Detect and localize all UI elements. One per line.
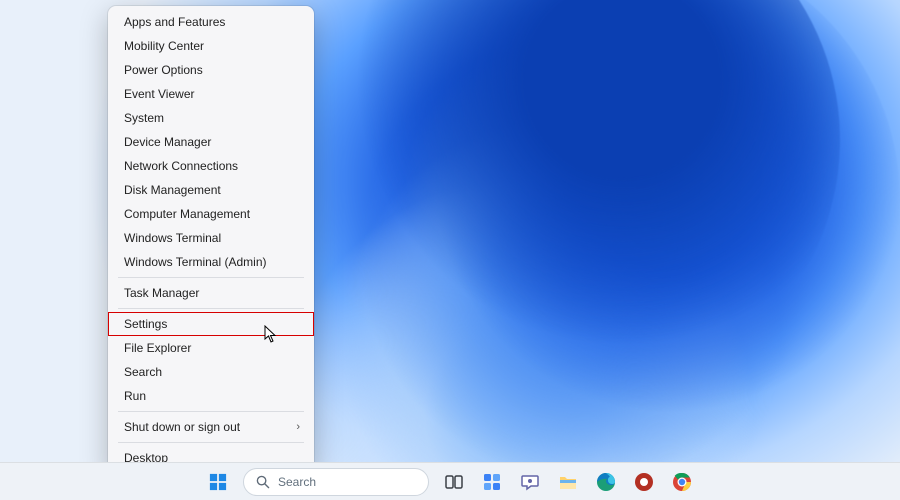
menu-separator (118, 442, 304, 443)
cursor-icon (264, 325, 278, 343)
menu-item[interactable]: System (108, 106, 314, 130)
menu-item[interactable]: Network Connections (108, 154, 314, 178)
menu-item-label: Shut down or sign out (124, 420, 240, 434)
menu-item-label: Search (124, 365, 162, 379)
menu-item[interactable]: Computer Management (108, 202, 314, 226)
menu-item-label: Device Manager (124, 135, 211, 149)
menu-item-label: Apps and Features (124, 15, 225, 29)
menu-item[interactable]: Shut down or sign out › (108, 415, 314, 439)
menu-item[interactable]: Windows Terminal (108, 226, 314, 250)
menu-item-label: Windows Terminal (Admin) (124, 255, 266, 269)
menu-item[interactable]: Event Viewer (108, 82, 314, 106)
search-box[interactable]: Search (243, 468, 429, 496)
app-button[interactable] (631, 469, 657, 495)
menu-separator (118, 411, 304, 412)
desktop: Apps and Features Mobility Center Power Op… (0, 0, 900, 500)
menu-item-label: Disk Management (124, 183, 221, 197)
winx-context-menu: Apps and Features Mobility Center Power Op… (108, 6, 314, 474)
menu-separator (118, 277, 304, 278)
task-view-icon (444, 472, 464, 492)
unknown-app-icon (634, 472, 654, 492)
menu-item-label: Windows Terminal (124, 231, 221, 245)
edge-button[interactable] (593, 469, 619, 495)
menu-item-label: Computer Management (124, 207, 250, 221)
chrome-icon (672, 472, 692, 492)
chrome-button[interactable] (669, 469, 695, 495)
menu-item[interactable]: Settings (108, 312, 314, 336)
menu-item[interactable]: Device Manager (108, 130, 314, 154)
menu-item-label: Settings (124, 317, 167, 331)
chevron-right-icon: › (296, 421, 300, 433)
file-explorer-button[interactable] (555, 469, 581, 495)
menu-separator (118, 308, 304, 309)
menu-item[interactable]: Task Manager (108, 281, 314, 305)
menu-item[interactable]: Search (108, 360, 314, 384)
menu-item-label: Event Viewer (124, 87, 194, 101)
menu-item-label: System (124, 111, 164, 125)
menu-item[interactable]: Apps and Features (108, 10, 314, 34)
widgets-button[interactable] (479, 469, 505, 495)
taskbar: Search (0, 462, 900, 500)
start-button[interactable] (205, 469, 231, 495)
menu-item[interactable]: File Explorer (108, 336, 314, 360)
menu-item[interactable]: Windows Terminal (Admin) (108, 250, 314, 274)
edge-icon (596, 472, 616, 492)
menu-item[interactable]: Power Options (108, 58, 314, 82)
start-icon (209, 473, 227, 491)
menu-item[interactable]: Mobility Center (108, 34, 314, 58)
menu-item-label: Power Options (124, 63, 203, 77)
menu-item-label: Mobility Center (124, 39, 204, 53)
menu-item[interactable]: Run (108, 384, 314, 408)
file-explorer-icon (558, 472, 578, 492)
search-placeholder: Search (278, 475, 316, 489)
menu-item-label: Network Connections (124, 159, 238, 173)
task-view-button[interactable] (441, 469, 467, 495)
chat-icon (520, 472, 540, 492)
menu-item-label: Task Manager (124, 286, 199, 300)
menu-item[interactable]: Disk Management (108, 178, 314, 202)
menu-item-label: File Explorer (124, 341, 191, 355)
chat-button[interactable] (517, 469, 543, 495)
widgets-icon (482, 472, 502, 492)
search-icon (256, 475, 270, 489)
menu-item-label: Run (124, 389, 146, 403)
